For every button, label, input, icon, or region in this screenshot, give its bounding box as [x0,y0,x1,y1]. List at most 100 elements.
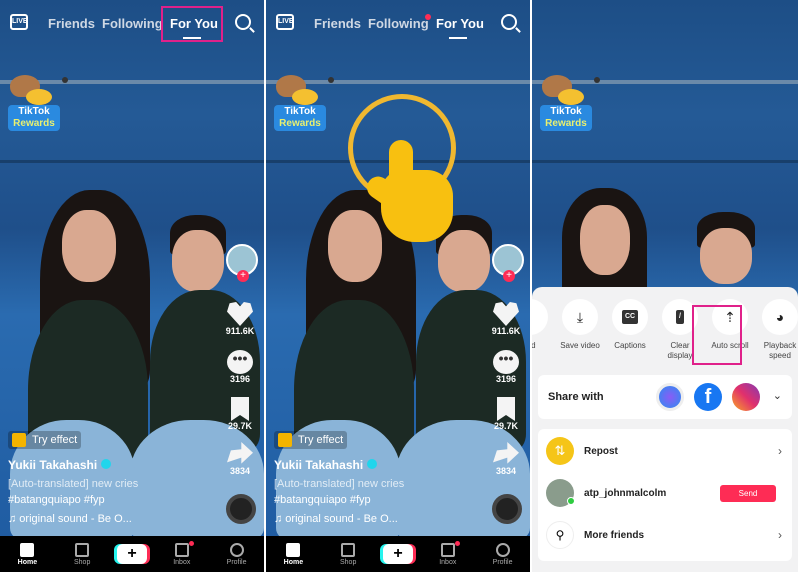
like-count: 911.6K [225,326,255,336]
close-icon[interactable] [62,77,68,83]
bookmark-icon [497,397,515,421]
download-icon: ⤓ [562,299,598,335]
follow-plus-icon[interactable]: + [503,270,515,282]
video-hashtags[interactable]: #batangquiapo #fyp [8,494,105,506]
instagram-icon[interactable] [732,383,760,411]
nav-home[interactable]: Home [273,542,313,566]
facebook-icon[interactable]: f [694,383,722,411]
action-label: Save video [560,341,600,350]
nav-profile[interactable]: Profile [217,542,257,566]
nav-shop-label: Shop [340,558,357,566]
background-beam [532,160,798,163]
creator-username[interactable]: Yukii Takahashi [8,458,112,472]
effect-label: Try effect [32,434,78,446]
profile-icon [229,542,244,557]
share-button[interactable]: 3834 [220,442,260,476]
search-icon[interactable] [235,14,251,30]
username-text: Yukii Takahashi [274,458,364,472]
action-playback-speed[interactable]: ◕ Playback speed [758,299,798,361]
close-icon[interactable] [328,77,334,83]
sound-label[interactable]: ♫ original sound - Be O... [8,513,132,525]
save-button[interactable]: 29.7K [220,397,260,431]
tab-friends[interactable]: Friends [48,16,95,31]
rewards-line2: Rewards [279,118,321,129]
effect-icon [278,433,292,447]
tab-following[interactable]: Following [368,16,429,31]
create-button[interactable]: + [116,544,147,564]
video-face [172,230,224,292]
following-notification-dot [425,14,431,20]
friend-name: atp_johnmalcolm [584,487,667,499]
try-effect-button[interactable]: Try effect [274,431,348,449]
more-friends-row[interactable]: ⚲ More friends › [538,515,792,555]
creator-avatar[interactable]: + [226,244,258,282]
like-button[interactable]: 911.6K [486,302,526,336]
comment-count: 3196 [495,374,517,384]
creator-avatar[interactable]: + [492,244,524,282]
notification-dot [454,540,460,546]
share-button[interactable]: 3834 [486,442,526,476]
follow-plus-icon[interactable]: + [237,270,249,282]
tab-for-you[interactable]: For You [436,16,484,31]
creator-username[interactable]: Yukii Takahashi [274,458,378,472]
action-label: ted [532,341,536,350]
action-partial[interactable]: ted [532,299,552,361]
repost-row[interactable]: ⇅ Repost › [538,431,792,471]
action-label: Playback speed [763,341,797,360]
video-face [328,210,382,282]
comment-icon: ••• [493,350,519,374]
action-save-video[interactable]: ⤓ Save video [558,299,602,361]
verified-icon [101,459,112,469]
search-icon[interactable] [501,14,517,30]
video-face [700,228,752,284]
music-disc-icon[interactable] [492,494,522,524]
for-you-highlight-box [161,6,223,42]
feed-panel-1: LIVE Friends Following For You TikTok Re… [0,0,264,572]
share-icon [227,442,253,464]
tiktok-rewards-widget[interactable]: TikTok Rewards [8,75,68,131]
share-with-label: Share with [548,391,604,403]
nav-home[interactable]: Home [7,542,47,566]
share-with-card: Share with f ⌄ [538,375,792,419]
tab-friends[interactable]: Friends [314,16,361,31]
video-hashtags[interactable]: #batangquiapo #fyp [274,494,371,506]
send-button[interactable]: Send [720,484,776,502]
search-icon: ⚲ [546,521,574,549]
try-effect-button[interactable]: Try effect [8,431,82,449]
comment-count: 3196 [229,374,251,384]
share-icon [493,442,519,464]
top-navigation: LIVE Friends Following For You [0,0,264,46]
video-caption[interactable]: [Auto-translated] new cries [274,478,404,490]
rewards-line1: TikTok [550,106,582,117]
like-button[interactable]: 911.6K [220,302,260,336]
create-button[interactable]: + [382,544,413,564]
repost-label: Repost [584,445,618,457]
live-icon[interactable]: LIVE [276,14,294,30]
tab-following[interactable]: Following [102,16,163,31]
nav-shop[interactable]: Shop [328,542,368,566]
close-icon[interactable] [594,77,600,83]
comment-button[interactable]: ••• 3196 [486,350,526,384]
messenger-icon[interactable] [656,383,684,411]
inbox-icon [440,542,455,557]
heart-icon [493,302,519,326]
sound-label[interactable]: ♫ original sound - Be O... [274,513,398,525]
nav-home-label: Home [283,558,304,566]
chevron-down-icon[interactable]: ⌄ [773,389,782,402]
tiktok-rewards-widget[interactable]: TikTok Rewards [274,75,334,131]
nav-inbox[interactable]: Inbox [428,540,468,566]
tiktok-rewards-widget[interactable]: TikTok Rewards [540,75,600,131]
action-captions[interactable]: CC Captions [608,299,652,361]
rewards-line1: TikTok [284,106,316,117]
heart-icon [227,302,253,326]
nav-shop[interactable]: Shop [62,542,102,566]
music-disc-icon[interactable] [226,494,256,524]
live-icon[interactable]: LIVE [10,14,28,30]
hand-finger [389,140,413,220]
save-button[interactable]: 29.7K [486,397,526,431]
comment-button[interactable]: ••• 3196 [220,350,260,384]
action-label: Captions [614,341,646,350]
nav-profile[interactable]: Profile [483,542,523,566]
nav-inbox[interactable]: Inbox [162,540,202,566]
video-caption[interactable]: [Auto-translated] new cries [8,478,138,490]
